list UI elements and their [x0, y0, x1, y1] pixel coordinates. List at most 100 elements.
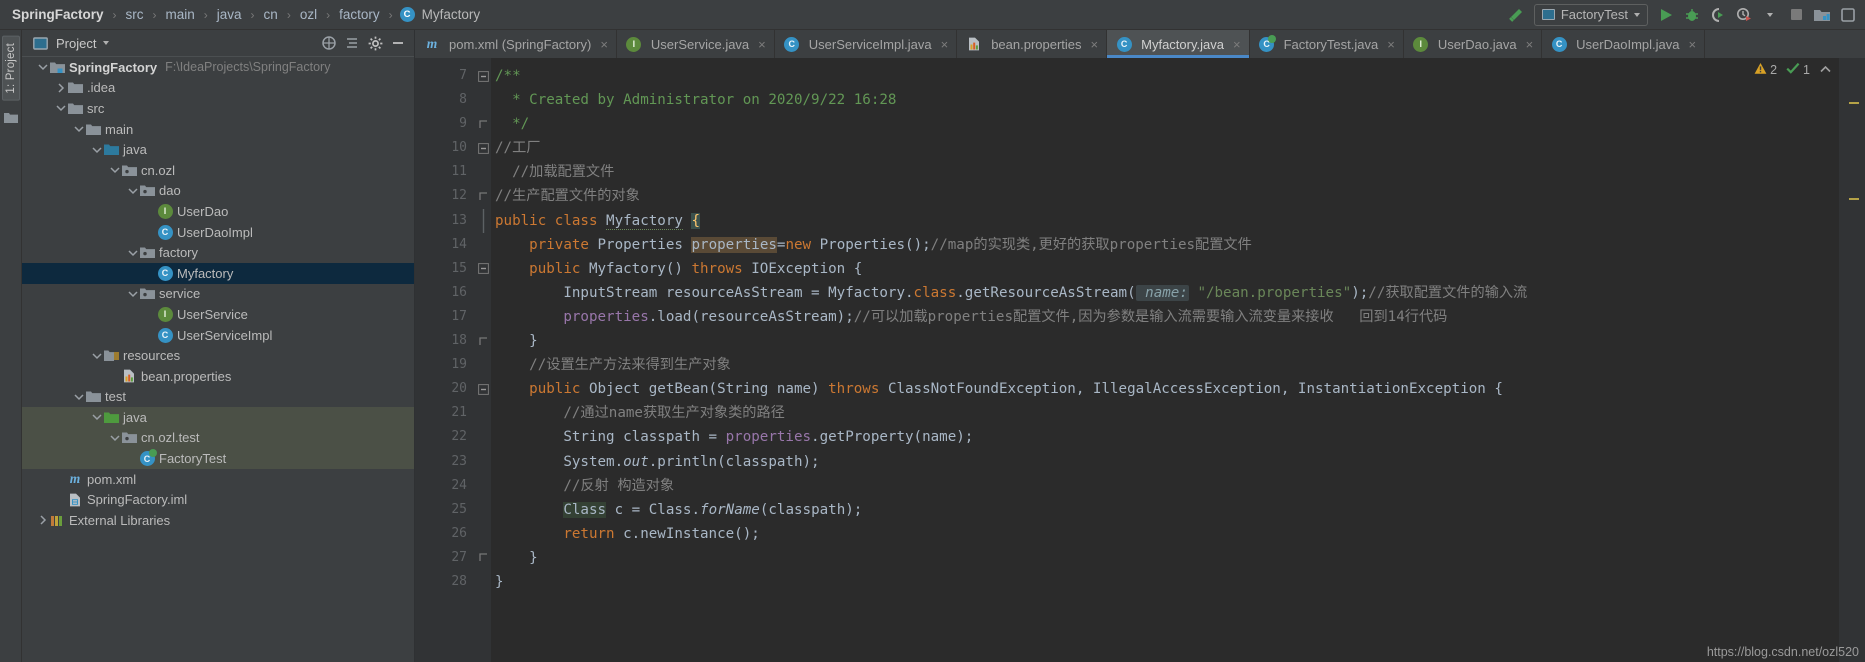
editor-tab-bar[interactable]: m pom.xml (SpringFactory) × I UserService.ja… — [415, 30, 1865, 58]
tree-row[interactable]: factory — [22, 242, 414, 263]
chevron-down-icon[interactable] — [108, 164, 121, 177]
tree-row[interactable]: C UserServiceImpl — [22, 325, 414, 346]
breadcrumb-item-ozl[interactable]: ozl — [298, 7, 319, 22]
tree-row[interactable]: cn.ozl.test — [22, 427, 414, 449]
debug-icon[interactable] — [1679, 2, 1705, 28]
editor-tab[interactable]: C FactoryTest.java × — [1250, 30, 1404, 58]
chevron-right-icon[interactable] — [54, 81, 67, 94]
build-hammer-icon[interactable] — [1503, 2, 1529, 28]
close-icon[interactable]: × — [1387, 37, 1395, 52]
tree-row[interactable]: src — [22, 98, 414, 119]
run-icon[interactable] — [1653, 2, 1679, 28]
chevron-right-icon[interactable] — [36, 514, 49, 527]
breadcrumb-item-java[interactable]: java — [215, 7, 244, 22]
tree-row[interactable]: java — [22, 407, 414, 428]
code-folding-column[interactable] — [475, 58, 491, 662]
fold-collapse-icon[interactable] — [475, 64, 491, 88]
sidebar-item-project[interactable]: 1: Project — [1, 36, 20, 101]
breadcrumb-item-cn[interactable]: cn — [262, 7, 280, 22]
editor-tab[interactable]: C UserDaoImpl.java × — [1542, 30, 1706, 58]
tree-row[interactable]: C FactoryTest — [22, 448, 414, 469]
structure-icon[interactable] — [3, 111, 18, 127]
tree-row[interactable]: java — [22, 139, 414, 160]
chevron-down-icon[interactable] — [90, 411, 103, 424]
settings-gear-icon[interactable] — [365, 33, 385, 53]
inspection-widget[interactable]: 2 1 — [1754, 62, 1831, 78]
fold-end-icon[interactable] — [475, 546, 491, 570]
tree-row[interactable]: test — [22, 387, 414, 408]
tree-row[interactable]: I UserService — [22, 304, 414, 325]
chevron-down-icon[interactable] — [72, 123, 85, 136]
chevron-down-icon[interactable] — [103, 41, 110, 45]
tree-row[interactable]: I UserDao — [22, 201, 414, 222]
chevron-down-icon[interactable] — [108, 431, 121, 444]
chevron-down-icon[interactable] — [54, 102, 67, 115]
chevron-down-icon[interactable] — [126, 287, 139, 300]
breadcrumb-root[interactable]: SpringFactory — [10, 7, 106, 22]
close-icon[interactable]: × — [758, 37, 766, 52]
warning-marker[interactable] — [1849, 102, 1859, 104]
warning-marker[interactable] — [1849, 198, 1859, 200]
editor-tab[interactable]: I UserDao.java × — [1404, 30, 1543, 58]
run-coverage-icon[interactable] — [1705, 2, 1731, 28]
fold-end-icon[interactable] — [475, 329, 491, 353]
breadcrumb-separator: › — [152, 7, 157, 22]
tree-row[interactable]: SpringFactory F:\IdeaProjects\SpringFacto… — [22, 57, 414, 78]
tree-row[interactable]: C UserDaoImpl — [22, 222, 414, 243]
breadcrumb-item-main[interactable]: main — [164, 7, 197, 22]
breadcrumb-item-myfactory[interactable]: Myfactory — [420, 7, 483, 22]
tree-row[interactable]: bean.properties — [22, 366, 414, 387]
tree-row[interactable]: External Libraries — [22, 510, 414, 531]
collapse-scope-icon[interactable] — [319, 33, 339, 53]
chevron-down-icon[interactable] — [72, 390, 85, 403]
chevron-down-icon[interactable] — [90, 143, 103, 156]
run-configuration-selector[interactable]: FactoryTest — [1533, 3, 1648, 26]
code-content[interactable]: /** * Created by Administrator on 2020/9… — [491, 58, 1839, 662]
fold-end-icon[interactable] — [475, 184, 491, 208]
fold-collapse-icon[interactable] — [475, 136, 491, 160]
chevron-down-icon[interactable] — [36, 61, 49, 74]
chevron-down-icon[interactable] — [126, 184, 139, 197]
line-number: 25 — [451, 501, 467, 517]
editor-tab[interactable]: m pom.xml (SpringFactory) × — [415, 30, 617, 58]
hide-panel-icon[interactable] — [388, 33, 408, 53]
flatten-packages-icon[interactable] — [342, 33, 362, 53]
chevron-down-icon[interactable] — [126, 246, 139, 259]
tree-row[interactable]: service — [22, 284, 414, 305]
close-icon[interactable]: × — [1526, 37, 1534, 52]
tree-row[interactable]: dao — [22, 181, 414, 202]
editor-tab[interactable]: I UserService.java × — [617, 30, 775, 58]
tree-row[interactable]: main — [22, 119, 414, 140]
project-tree[interactable]: SpringFactory F:\IdeaProjects\SpringFacto… — [22, 56, 414, 662]
close-icon[interactable]: × — [600, 37, 608, 52]
line-number: 10 — [451, 140, 467, 156]
tree-row[interactable]: cn.ozl — [22, 160, 414, 181]
tree-row[interactable]: resources — [22, 345, 414, 366]
fold-region-bar[interactable] — [475, 208, 491, 233]
chevron-down-icon[interactable] — [90, 349, 103, 362]
breadcrumb-item-factory[interactable]: factory — [337, 7, 382, 22]
profiler-dropdown-icon[interactable] — [1757, 2, 1783, 28]
breadcrumb-item-src[interactable]: src — [124, 7, 146, 22]
search-everywhere-icon[interactable] — [1835, 2, 1861, 28]
tree-row[interactable]: SpringFactory.iml — [22, 489, 414, 510]
open-project-icon[interactable] — [1809, 2, 1835, 28]
editor-tab[interactable]: bean.properties × — [957, 30, 1108, 58]
tree-row-selected[interactable]: C Myfactory — [22, 262, 414, 284]
close-icon[interactable]: × — [1233, 37, 1241, 52]
close-icon[interactable]: × — [941, 37, 949, 52]
line-number: 26 — [451, 525, 467, 541]
fold-end-icon[interactable] — [475, 112, 491, 136]
editor-right-gutter[interactable] — [1839, 58, 1865, 662]
tree-row[interactable]: m pom.xml — [22, 469, 414, 490]
chevron-up-icon[interactable] — [1820, 63, 1831, 77]
close-icon[interactable]: × — [1689, 37, 1697, 52]
tree-row[interactable]: .idea — [22, 78, 414, 99]
editor-tab[interactable]: C UserServiceImpl.java × — [775, 30, 958, 58]
profiler-icon[interactable] — [1731, 2, 1757, 28]
fold-collapse-icon[interactable] — [475, 377, 491, 401]
editor-tab[interactable]: C Myfactory.java × — [1107, 30, 1250, 58]
fold-collapse-icon[interactable] — [475, 257, 491, 281]
close-icon[interactable]: × — [1091, 37, 1099, 52]
stop-icon[interactable] — [1783, 2, 1809, 28]
